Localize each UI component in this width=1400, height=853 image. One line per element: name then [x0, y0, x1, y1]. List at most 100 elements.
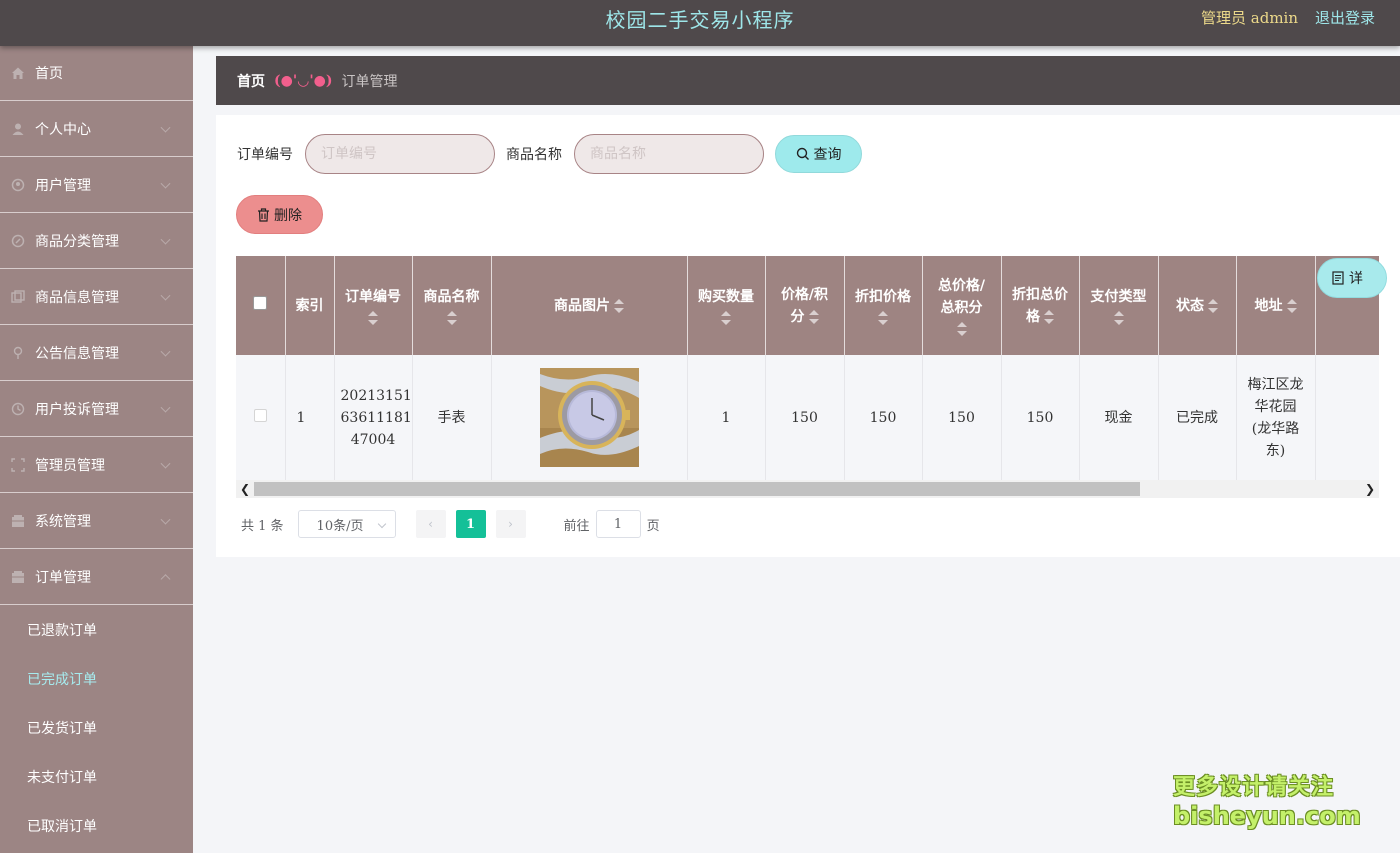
col-goods-name-label: 商品名称	[423, 289, 480, 305]
col-pay-type[interactable]: 支付类型	[1079, 256, 1159, 355]
trash-icon	[258, 207, 269, 222]
order-no-input[interactable]	[305, 134, 495, 174]
chevron-down-icon	[160, 402, 171, 413]
sort-icon[interactable]	[1286, 298, 1297, 313]
col-total-label-2: 总积分	[940, 300, 983, 316]
complaint-icon	[10, 401, 26, 417]
sidebar-item-profile[interactable]: 个人中心	[0, 101, 193, 157]
sort-icon[interactable]	[1044, 309, 1054, 324]
col-index-label: 索引	[295, 297, 324, 314]
sidebar-item-home[interactable]: 首页	[0, 46, 193, 101]
watermark: 更多设计请关注 bisheyun.com	[1173, 774, 1361, 830]
chevron-down-icon	[160, 178, 171, 189]
chevron-left-icon: ‹	[428, 517, 433, 531]
sidebar-subitem-refunded[interactable]: 已退款订单	[0, 605, 193, 654]
sidebar-item-category[interactable]: 商品分类管理	[0, 213, 193, 269]
sort-icon[interactable]	[1208, 298, 1218, 313]
top-header: 校园二手交易小程序 管理员 admin 退出登录	[0, 0, 1400, 46]
delete-button-label: 删除	[274, 207, 302, 224]
sidebar-item-system[interactable]: 系统管理	[0, 493, 193, 549]
sidebar-item-orders[interactable]: 订单管理	[0, 549, 193, 605]
col-goods-image-label: 商品图片	[554, 297, 610, 314]
cell-order-no: 20213151 63611181 47004	[334, 355, 413, 482]
sidebar-subitem-unpaid[interactable]: 未支付订单	[0, 752, 193, 801]
col-discount-total-label: 折扣总价	[1012, 286, 1068, 303]
col-order-no[interactable]: 订单编号	[334, 256, 413, 355]
query-button[interactable]: 查询	[775, 135, 862, 173]
page-number-button[interactable]: 1	[455, 510, 486, 538]
sidebar: 首页 个人中心 用户管理 商品分类管理 商品信息管理 公告信息管理 用户投诉管理…	[0, 46, 193, 853]
scroll-left-icon[interactable]: ❮	[237, 482, 253, 496]
cell-price: 150	[765, 355, 845, 482]
col-discount-price[interactable]: 折扣价格	[844, 256, 923, 355]
row-select-cell	[236, 355, 286, 482]
goods-icon	[10, 289, 26, 305]
sort-icon[interactable]	[956, 322, 967, 336]
logout-button[interactable]: 退出登录	[1315, 7, 1375, 28]
sort-icon[interactable]	[808, 309, 819, 324]
breadcrumb-separator: (●'◡'●)	[274, 72, 333, 89]
page-size-select[interactable]: 10条/页	[297, 510, 396, 538]
sort-icon[interactable]	[614, 298, 624, 313]
chevron-down-icon	[160, 514, 171, 525]
col-discount-total-label-2: 格	[1026, 308, 1040, 325]
sidebar-subitem-cancelled[interactable]: 已取消订单	[0, 801, 193, 850]
horizontal-scrollbar[interactable]: ❮ ❯	[236, 480, 1379, 498]
sidebar-item-label: 商品分类管理	[35, 233, 119, 250]
query-button-label: 查询	[813, 147, 842, 163]
breadcrumb-home[interactable]: 首页	[237, 71, 265, 91]
row-checkbox[interactable]	[253, 408, 267, 422]
sidebar-subitem-shipped[interactable]: 已发货订单	[0, 703, 193, 752]
col-status[interactable]: 状态	[1158, 256, 1237, 355]
sidebar-item-notice[interactable]: 公告信息管理	[0, 325, 193, 381]
cell-address: 梅江区龙 华花园 (龙华路 东)	[1236, 355, 1316, 482]
col-goods-image[interactable]: 商品图片	[491, 256, 688, 355]
sort-icon[interactable]	[721, 311, 731, 325]
page-size-value: 10条/页	[316, 518, 364, 534]
col-discount-total[interactable]: 折扣总价格	[1001, 256, 1080, 355]
sort-icon[interactable]	[878, 311, 888, 325]
notice-icon	[10, 345, 26, 361]
sidebar-subitem-completed[interactable]: 已完成订单	[0, 654, 193, 703]
col-address[interactable]: 地址	[1236, 256, 1316, 355]
sidebar-item-users[interactable]: 用户管理	[0, 157, 193, 213]
select-all-checkbox[interactable]	[253, 295, 268, 310]
cell-order-no-line: 63611181	[340, 409, 412, 426]
col-total[interactable]: 总价格/总积分	[922, 256, 1002, 355]
search-icon	[796, 147, 809, 160]
order-icon	[10, 569, 26, 585]
watch-image[interactable]	[539, 368, 639, 468]
breadcrumb: 首页 (●'◡'●) 订单管理	[216, 56, 1400, 105]
sidebar-item-complaint[interactable]: 用户投诉管理	[0, 381, 193, 437]
sidebar-item-goods[interactable]: 商品信息管理	[0, 269, 193, 325]
user-icon	[10, 121, 26, 137]
sort-icon[interactable]	[368, 311, 378, 325]
col-pay-type-label: 支付类型	[1090, 289, 1147, 305]
sort-icon[interactable]	[446, 311, 457, 325]
table-header-row: 索引 订单编号 商品名称 商品图片 购买数量 价格/积分 折扣价格 总价格/总积…	[236, 256, 1379, 355]
col-goods-name[interactable]: 商品名称	[412, 256, 492, 355]
next-page-button[interactable]: ›	[495, 510, 526, 538]
scrollbar-thumb[interactable]	[254, 482, 1140, 496]
chevron-down-icon	[160, 234, 171, 245]
col-quantity[interactable]: 购买数量	[687, 256, 766, 355]
app-title: 校园二手交易小程序	[605, 8, 795, 32]
goods-name-input[interactable]	[574, 134, 764, 174]
chevron-down-icon	[160, 290, 171, 301]
cell-order-no-line: 20213151	[340, 387, 412, 404]
detail-button[interactable]: 详	[1317, 258, 1387, 298]
prev-page-button[interactable]: ‹	[415, 510, 446, 538]
sidebar-item-label: 用户投诉管理	[35, 401, 119, 418]
sort-icon[interactable]	[1113, 311, 1124, 325]
goto-page-input[interactable]	[595, 510, 641, 538]
col-address-label: 地址	[1254, 297, 1283, 314]
sidebar-item-admin[interactable]: 管理员管理	[0, 437, 193, 493]
scroll-right-icon[interactable]: ❯	[1362, 482, 1378, 496]
chevron-up-icon	[160, 573, 171, 584]
cell-goods-image	[491, 355, 688, 482]
goods-name-label: 商品名称	[506, 147, 562, 163]
col-price[interactable]: 价格/积分	[765, 256, 845, 355]
chevron-down-icon	[160, 346, 171, 357]
detail-button-label: 详	[1349, 271, 1363, 287]
delete-button[interactable]: 删除	[236, 195, 323, 234]
